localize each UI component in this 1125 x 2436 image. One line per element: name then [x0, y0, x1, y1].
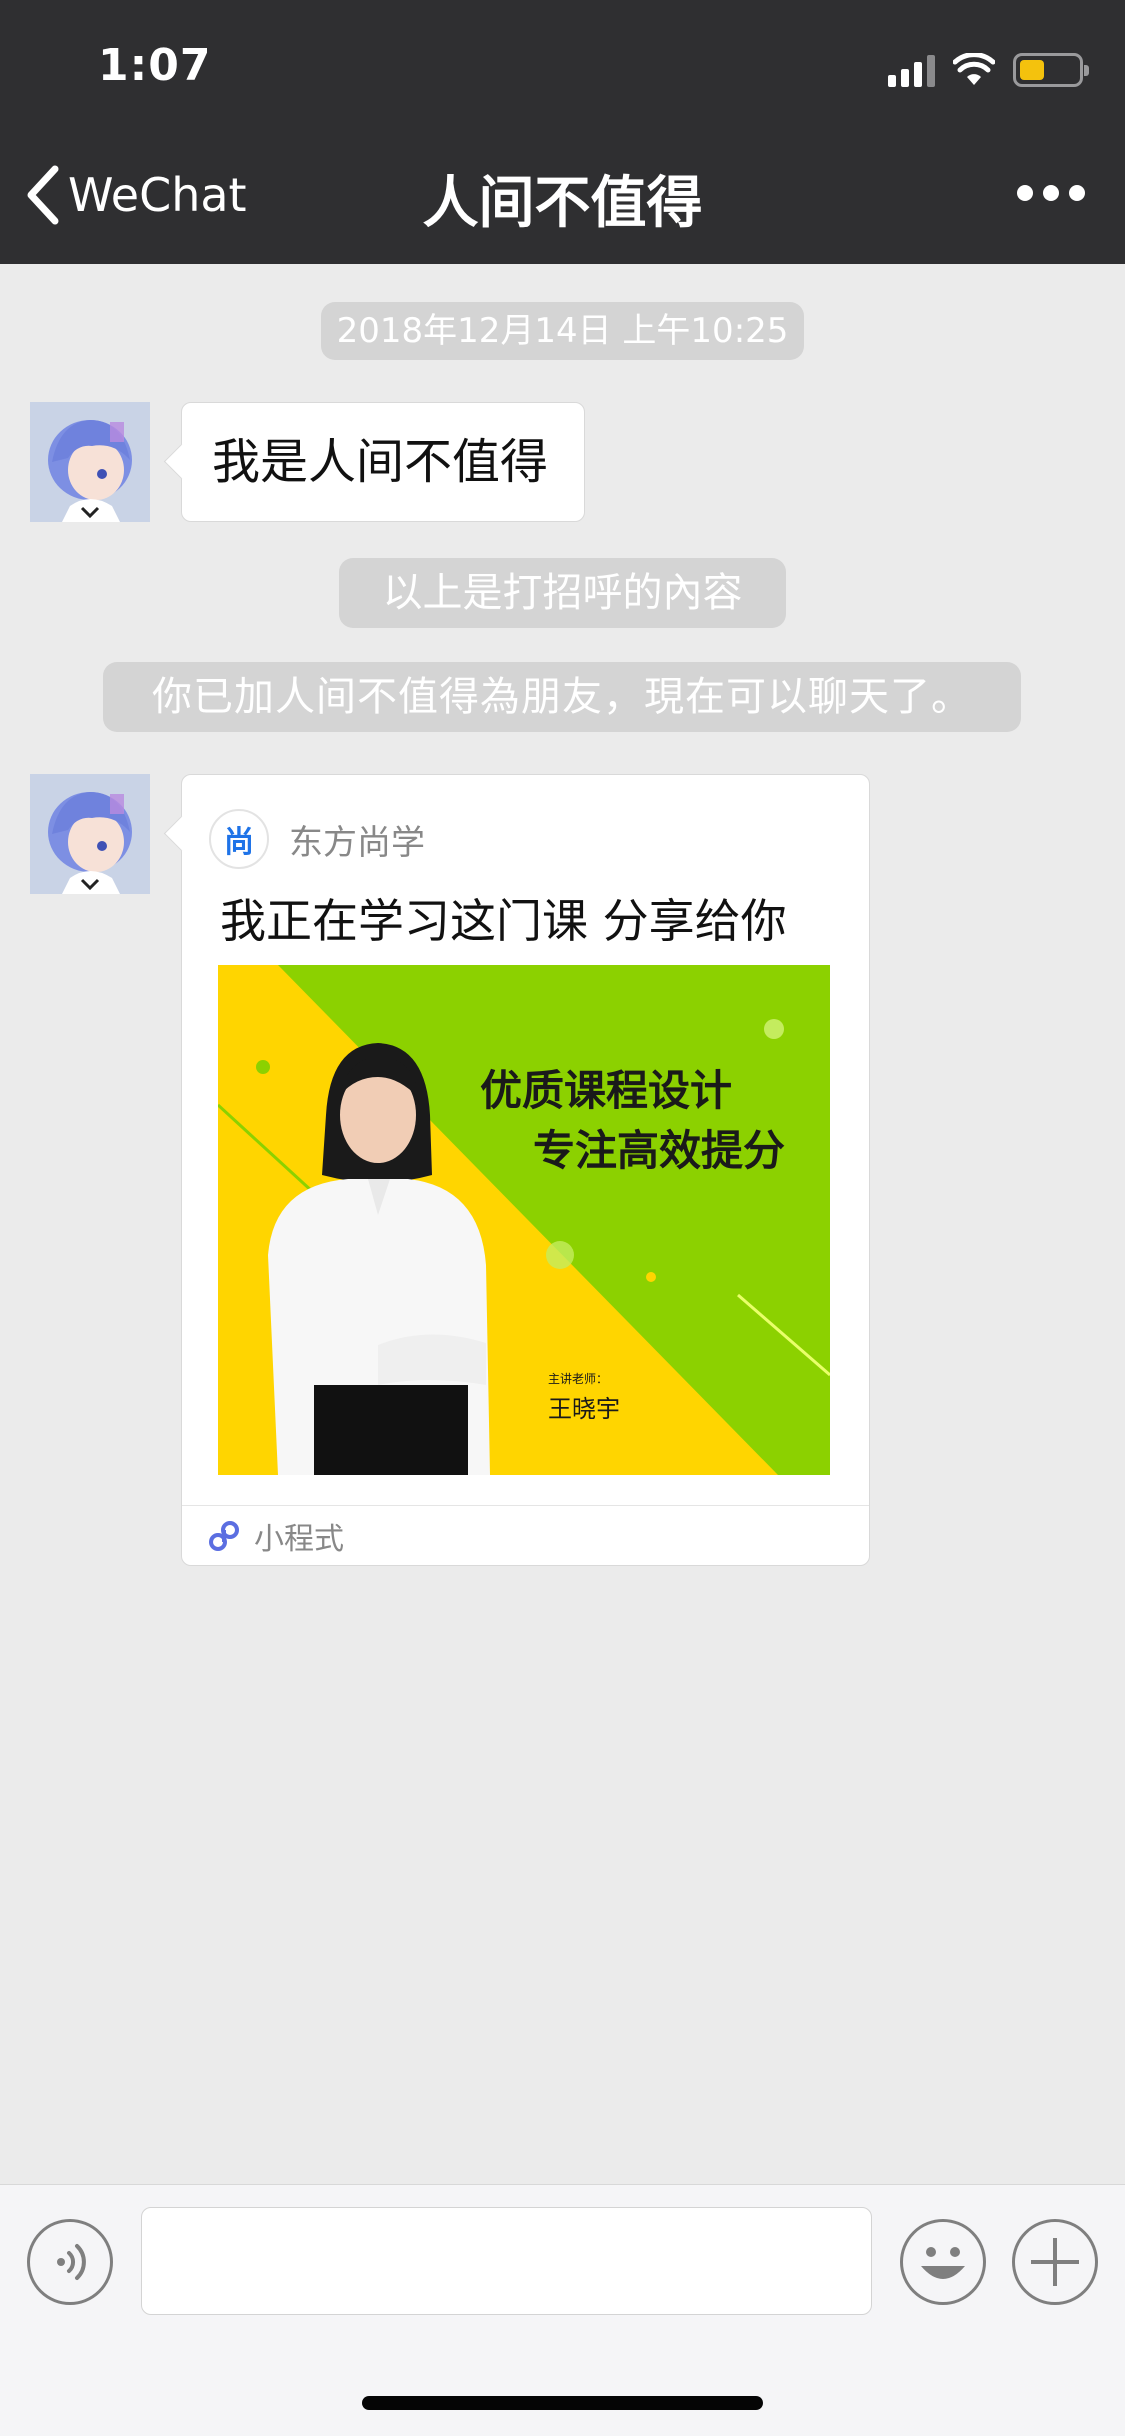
top-bar: 1:07 WeChat 人间不值得	[0, 0, 1125, 264]
status-icons	[888, 50, 1089, 90]
ellipsis-icon-dot	[1043, 185, 1059, 201]
message-bubble[interactable]: 我是人间不值得	[181, 402, 585, 522]
avatar-image	[30, 402, 150, 522]
cover-headline-1: 优质课程设计	[480, 1066, 732, 1115]
emoji-icon	[921, 2247, 965, 2279]
avatar[interactable]	[30, 402, 150, 522]
card-footer: 小程式	[182, 1505, 869, 1565]
cover-teacher-caption: 主讲老师：	[548, 1371, 608, 1386]
chat-title: 人间不值得	[422, 171, 703, 236]
card-title: 我正在学习这门课 分享给你	[220, 894, 787, 948]
system-note-friend-added: 你已加人间不值得為朋友，現在可以聊天了。	[103, 662, 1021, 732]
avatar-image	[30, 774, 150, 894]
brand-name: 东方尚学	[289, 822, 425, 863]
mini-program-icon	[209, 1520, 239, 1551]
cover-headline-2: 专注高效提分	[533, 1126, 785, 1175]
timestamp-pill: 2018年12月14日 上午10:25	[321, 302, 804, 360]
card-cover-image: 优质课程设计 专注高效提分 主讲老师： 王晓宇	[218, 965, 830, 1475]
mini-program-card[interactable]: 尚 东方尚学 我正在学习这门课 分享给你 优质课程设计 专注高效提分 主讲老师：…	[181, 774, 870, 1566]
plus-button[interactable]	[1012, 2219, 1098, 2305]
ellipsis-icon-dot	[1069, 185, 1085, 201]
battery-level	[1020, 60, 1044, 80]
brand-logo-icon: 尚	[209, 809, 269, 869]
mini-program-label: 小程式	[254, 1521, 344, 1557]
ellipsis-icon	[1017, 185, 1033, 201]
signal-icon	[888, 53, 935, 87]
voice-button[interactable]	[27, 2219, 113, 2305]
voice-icon	[57, 2244, 86, 2280]
battery-icon	[1013, 53, 1089, 87]
wifi-icon	[953, 53, 995, 85]
status-time: 1:07	[98, 40, 212, 91]
cover-teacher-name: 王晓宇	[548, 1395, 620, 1423]
avatar[interactable]	[30, 774, 150, 894]
plus-icon	[1031, 2238, 1079, 2286]
system-note-greeting: 以上是打招呼的內容	[339, 558, 786, 628]
home-indicator[interactable]	[362, 2396, 763, 2410]
more-button[interactable]	[1017, 185, 1085, 201]
emoji-button[interactable]	[900, 2219, 986, 2305]
card-brand: 尚 东方尚学	[209, 809, 425, 869]
message-input[interactable]	[141, 2207, 872, 2315]
cover-graphic: 优质课程设计 专注高效提分 主讲老师： 王晓宇	[218, 965, 830, 1475]
